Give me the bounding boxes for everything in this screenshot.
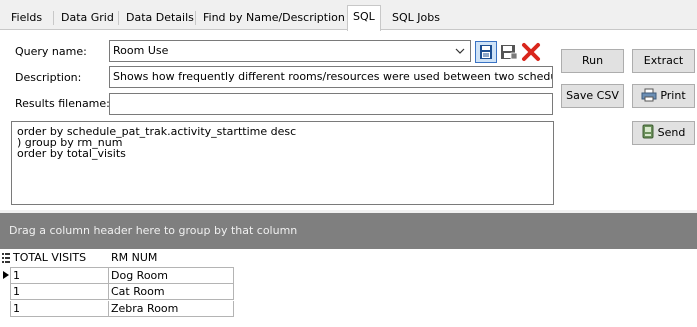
query-name-value: Room Use	[113, 44, 169, 57]
results-filename-field[interactable]	[109, 93, 553, 115]
tab-sql-jobs[interactable]: SQL Jobs	[387, 7, 445, 29]
print-label: Print	[660, 89, 686, 102]
rm-num-cell[interactable]: Dog Room	[108, 268, 234, 284]
send-phone-icon	[642, 124, 654, 139]
delete-query-button[interactable]	[520, 41, 542, 63]
column-list-icon[interactable]	[2, 253, 10, 263]
sql-editor[interactable]: order by schedule_pat_trak.activity_star…	[11, 121, 554, 205]
tab-separator	[118, 11, 119, 25]
tab-find-by-name[interactable]: Find by Name/Description	[198, 7, 350, 29]
group-by-panel[interactable]: Drag a column header here to group by th…	[0, 213, 697, 249]
extract-button[interactable]: Extract	[632, 49, 695, 73]
tab-data-grid[interactable]: Data Grid	[56, 7, 119, 29]
query-name-label: Query name:	[15, 45, 87, 58]
sql-line: order by total_visits	[17, 147, 126, 160]
send-label: Send	[657, 126, 686, 139]
tab-strip: Fields Data Grid Data Details Find by Na…	[0, 0, 697, 31]
save-icon	[480, 45, 492, 59]
results-filename-label: Results filename:	[15, 97, 110, 110]
tab-sql[interactable]: SQL	[347, 5, 381, 31]
column-header-total-visits[interactable]: TOTAL VISITS	[13, 250, 86, 266]
tab-data-details[interactable]: Data Details	[121, 7, 199, 29]
query-name-dropdown[interactable]: Room Use	[109, 40, 471, 62]
save-as-button[interactable]	[498, 41, 520, 63]
results-grid: TOTAL VISITS RM NUM 1 Dog Room 1 Cat Roo…	[0, 249, 697, 327]
column-header-rm-num[interactable]: RM NUM	[111, 250, 157, 266]
table-row[interactable]: 1 Zebra Room	[10, 301, 234, 317]
tab-separator	[195, 11, 196, 25]
rm-num-cell[interactable]: Zebra Room	[108, 301, 234, 317]
total-visits-cell[interactable]: 1	[10, 284, 109, 300]
total-visits-cell[interactable]: 1	[10, 268, 109, 284]
run-button[interactable]: Run	[561, 49, 624, 73]
save-as-icon	[501, 45, 518, 60]
tab-separator	[53, 11, 54, 25]
tab-fields[interactable]: Fields	[6, 7, 47, 29]
total-visits-cell[interactable]: 1	[10, 301, 109, 317]
save-query-button[interactable]	[475, 41, 497, 63]
group-by-hint: Drag a column header here to group by th…	[9, 224, 298, 237]
rm-num-cell[interactable]: Cat Room	[108, 284, 234, 300]
table-row[interactable]: 1 Cat Room	[10, 284, 234, 300]
description-label: Description:	[15, 71, 82, 84]
triangle-right-icon	[3, 271, 9, 279]
table-row[interactable]: 1 Dog Room	[10, 267, 234, 284]
send-button[interactable]: Send	[632, 121, 695, 145]
description-field[interactable]: Shows how frequently different rooms/res…	[109, 66, 553, 88]
chevron-down-icon	[455, 48, 465, 54]
printer-icon	[641, 88, 657, 102]
print-button[interactable]: Print	[632, 84, 695, 108]
save-csv-button[interactable]: Save CSV	[561, 84, 624, 108]
delete-x-icon	[522, 43, 540, 61]
